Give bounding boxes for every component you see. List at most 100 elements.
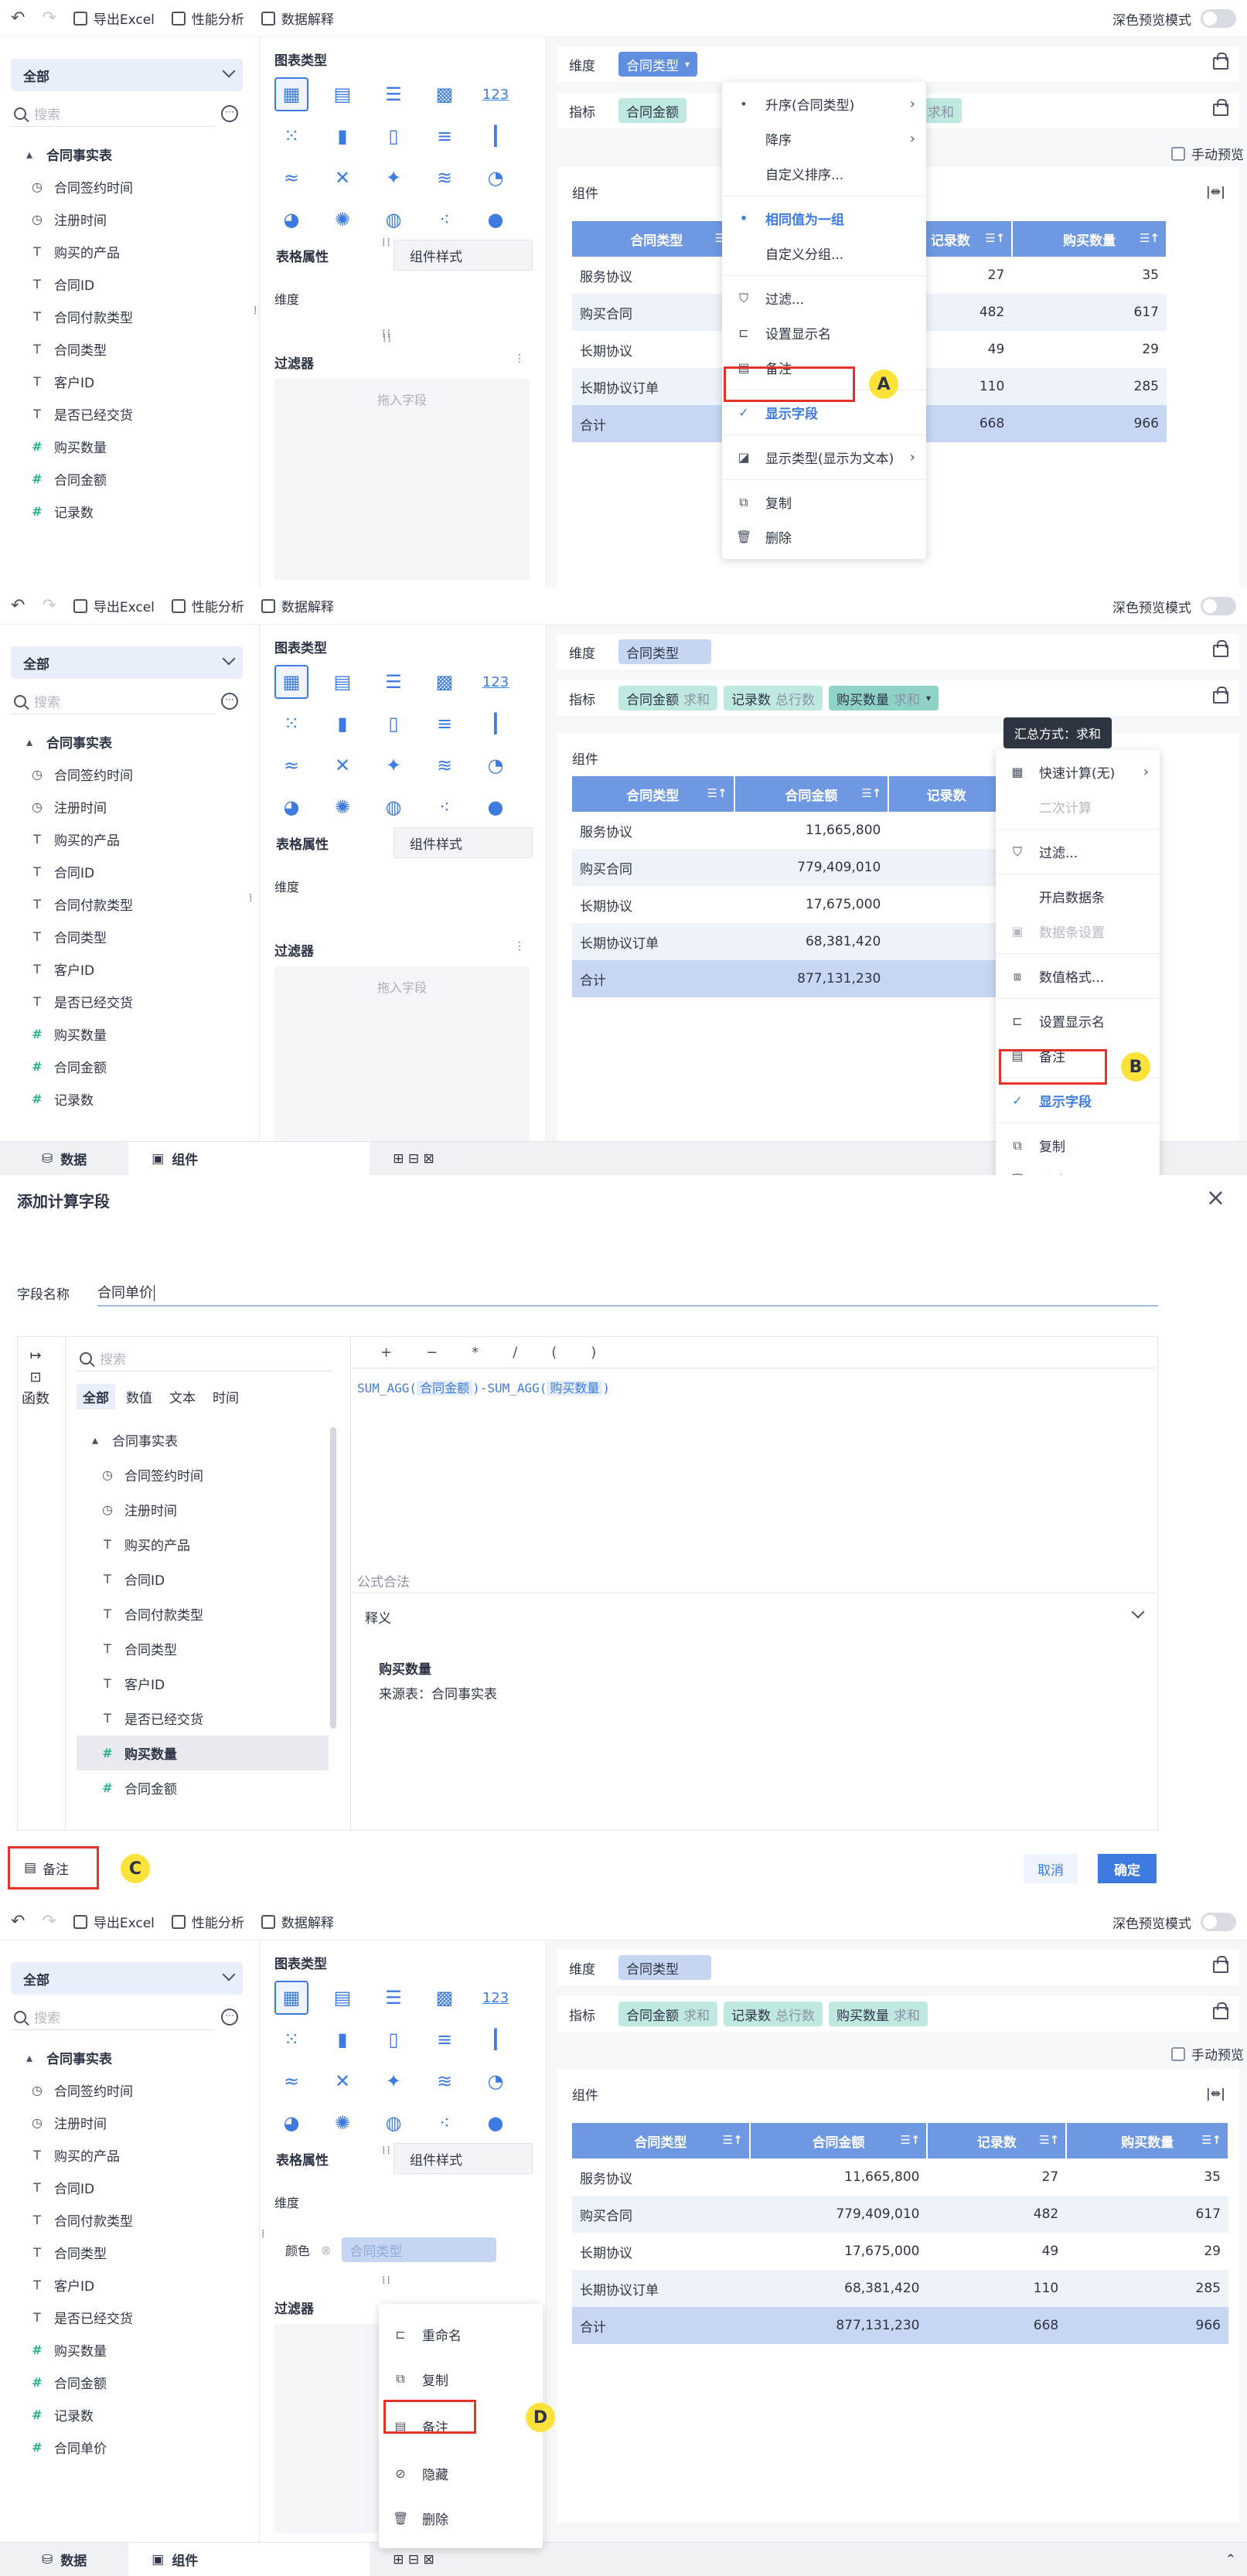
multi-line-icon[interactable]: ✕	[325, 2064, 359, 2098]
tab-component[interactable]: ▣ 组件	[128, 1141, 370, 1175]
line-chart-icon[interactable]: ≈	[274, 748, 308, 782]
sort-icon[interactable]: ☰↑	[985, 231, 1005, 245]
field-item[interactable]: T 合同ID	[22, 2171, 254, 2203]
undo-icon[interactable]: ↶	[11, 597, 25, 615]
menu-item-custom-sort[interactable]: 自定义排序...	[722, 156, 926, 191]
menu-item-sort-asc[interactable]: • 升序(合同类型) ›	[722, 87, 926, 121]
table-header[interactable]: 记录数 ☰↑	[927, 2123, 1068, 2159]
sort-icon[interactable]: ☰↑	[1201, 2133, 1221, 2147]
table-header[interactable]: 合同类型☰↑	[572, 2123, 751, 2159]
field-item[interactable]: T 合同类型	[77, 1631, 329, 1666]
field-search[interactable]: 搜索	[11, 2004, 215, 2030]
menu-item-display-type[interactable]: ◪ 显示类型(显示为文本) ›	[722, 440, 926, 475]
tab-comp-style[interactable]: 组件样式	[394, 827, 533, 858]
stacked-bar-icon[interactable]: ▯	[376, 119, 411, 153]
field-item[interactable]: T 合同付款类型	[22, 2203, 254, 2236]
collapse-icon[interactable]: ↦	[20, 1345, 51, 1367]
field-name-input[interactable]: 合同单价	[97, 1274, 1158, 1307]
checkbox[interactable]	[1171, 2046, 1185, 2061]
menu-item-hide[interactable]: ⊘ 隐藏	[379, 2451, 543, 2496]
tab-comp-style[interactable]: 组件样式	[394, 2143, 533, 2174]
bar-chart-icon[interactable]: ▮	[325, 119, 359, 153]
tree-root[interactable]: ▴ 合同事实表	[22, 725, 254, 758]
manual-preview[interactable]: 手动预览	[1171, 2044, 1244, 2063]
menu-item-delete[interactable]: 🗑删除	[722, 520, 926, 554]
redo-icon[interactable]: ↷	[42, 1913, 56, 1930]
redo-icon[interactable]: ↷	[42, 9, 56, 27]
menu-item-filter[interactable]: ⛉ 过滤...	[722, 281, 926, 315]
more-vert-icon[interactable]: ⋮	[514, 940, 526, 952]
dimension-pill[interactable]: 合同类型	[618, 1955, 711, 1980]
field-item[interactable]: T 合同ID	[22, 267, 254, 300]
table-select[interactable]: 全部	[11, 646, 243, 679]
kpi-icon[interactable]: 123	[479, 77, 513, 111]
dimension-pill[interactable]: 合同类型 ▾	[618, 52, 698, 77]
field-item[interactable]: T 是否已经交货	[22, 397, 254, 430]
metric-pill[interactable]: 合同金额	[618, 98, 687, 123]
metric-pill[interactable]: 记录数 总行数	[724, 686, 823, 710]
tab-comp-style[interactable]: 组件样式	[394, 240, 533, 271]
multi-line-icon[interactable]: ✕	[325, 748, 359, 782]
table-select[interactable]: 全部	[11, 59, 243, 91]
grouped-table-icon[interactable]: ▩	[428, 1981, 462, 2015]
scrollbar[interactable]	[330, 1427, 336, 1729]
line-chart-icon[interactable]: ≈	[274, 2064, 308, 2098]
metric-pill[interactable]: 购买数量 求和 ▾	[829, 686, 939, 710]
field-item[interactable]: ◷ 注册时间	[22, 203, 254, 235]
tab-table-attr[interactable]: 表格属性	[261, 240, 394, 271]
redo-icon[interactable]: ↷	[42, 597, 56, 615]
table-header[interactable]: 合同类型☰↑	[572, 221, 743, 257]
tree-root[interactable]: ▴ 合同事实表	[77, 1423, 329, 1457]
menu-item-custom-group[interactable]: 自定义分组...	[722, 236, 926, 271]
resize-handle-icon[interactable]: ⁞	[254, 305, 258, 317]
sort-icon[interactable]: ☰↑	[900, 2133, 920, 2147]
field-item[interactable]: T 合同付款类型	[77, 1596, 329, 1631]
menu-item-display-name[interactable]: ⊏ 设置显示名	[996, 1003, 1160, 1038]
resize-handle-icon[interactable]: ⁞	[261, 2228, 266, 2240]
kpi-icon[interactable]: 123	[479, 1981, 513, 2015]
sort-icon[interactable]: ☰↑	[707, 786, 727, 800]
field-item[interactable]: ◷ 合同签约时间	[22, 758, 254, 790]
multi-line-icon[interactable]: ✕	[325, 161, 359, 195]
field-item[interactable]: T 购买的产品	[22, 235, 254, 267]
sort-icon[interactable]: ☰↑	[723, 2133, 743, 2147]
table-header[interactable]: 购买数量 ☰↑	[1066, 2123, 1229, 2159]
field-item[interactable]: # 合同金额	[22, 2366, 254, 2398]
ring-chart-icon[interactable]: ◍	[376, 790, 411, 824]
field-item[interactable]: ◷ 合同签约时间	[77, 1457, 329, 1492]
column-width-icon[interactable]: |⇼|	[1206, 2086, 1225, 2101]
op-lparen[interactable]: (	[551, 1344, 557, 1361]
note-button[interactable]: ▤ 备注	[8, 1846, 99, 1889]
op-plus[interactable]: +	[380, 1344, 392, 1361]
confirm-button[interactable]: 确定	[1098, 1854, 1157, 1883]
field-item[interactable]: T 是否已经交货	[22, 985, 254, 1017]
more-vert-icon[interactable]: ⋮	[514, 353, 526, 365]
field-item[interactable]: T 合同类型	[22, 2236, 254, 2268]
export-excel-button[interactable]: 导出Excel	[73, 596, 155, 615]
detail-table-icon[interactable]: ☰	[376, 77, 411, 111]
ring-chart-icon[interactable]: ◍	[376, 2106, 411, 2140]
bubble-icon[interactable]: ●	[479, 2106, 513, 2140]
field-item[interactable]: ◷ 注册时间	[22, 790, 254, 823]
bubble-icon[interactable]: ●	[479, 203, 513, 237]
perf-button[interactable]: 性能分析	[171, 9, 244, 28]
menu-item-sort-desc[interactable]: 降序 ›	[722, 121, 926, 156]
cancel-button[interactable]: 取消	[1024, 1854, 1078, 1883]
dot-matrix-icon[interactable]: ⁙	[274, 119, 308, 153]
stacked-bar-icon[interactable]: ▯	[376, 707, 411, 741]
menu-item-data-bar[interactable]: 开启数据条	[996, 879, 1160, 914]
drag-handle-icon[interactable]: ⁞⁞	[382, 2145, 392, 2157]
chevron-down-icon[interactable]	[1131, 1605, 1145, 1619]
cross-table-icon[interactable]: ▤	[325, 665, 359, 699]
horizontal-bar-icon[interactable]: ≡	[428, 2022, 462, 2056]
field-item[interactable]: T 客户ID	[22, 952, 254, 985]
field-item[interactable]: T 合同ID	[77, 1562, 329, 1596]
tree-root[interactable]: ▴ 合同事实表	[22, 138, 254, 170]
lock-icon[interactable]	[1213, 640, 1228, 657]
field-item[interactable]: T 购买的产品	[22, 823, 254, 855]
table-header[interactable]: 合同类型☰↑	[572, 776, 735, 812]
field-item[interactable]: T 合同付款类型	[22, 300, 254, 332]
perf-button[interactable]: 性能分析	[171, 596, 244, 615]
perf-button[interactable]: 性能分析	[171, 1912, 244, 1931]
menu-item-number-format[interactable]: ⧈ 数值格式...	[996, 959, 1160, 993]
